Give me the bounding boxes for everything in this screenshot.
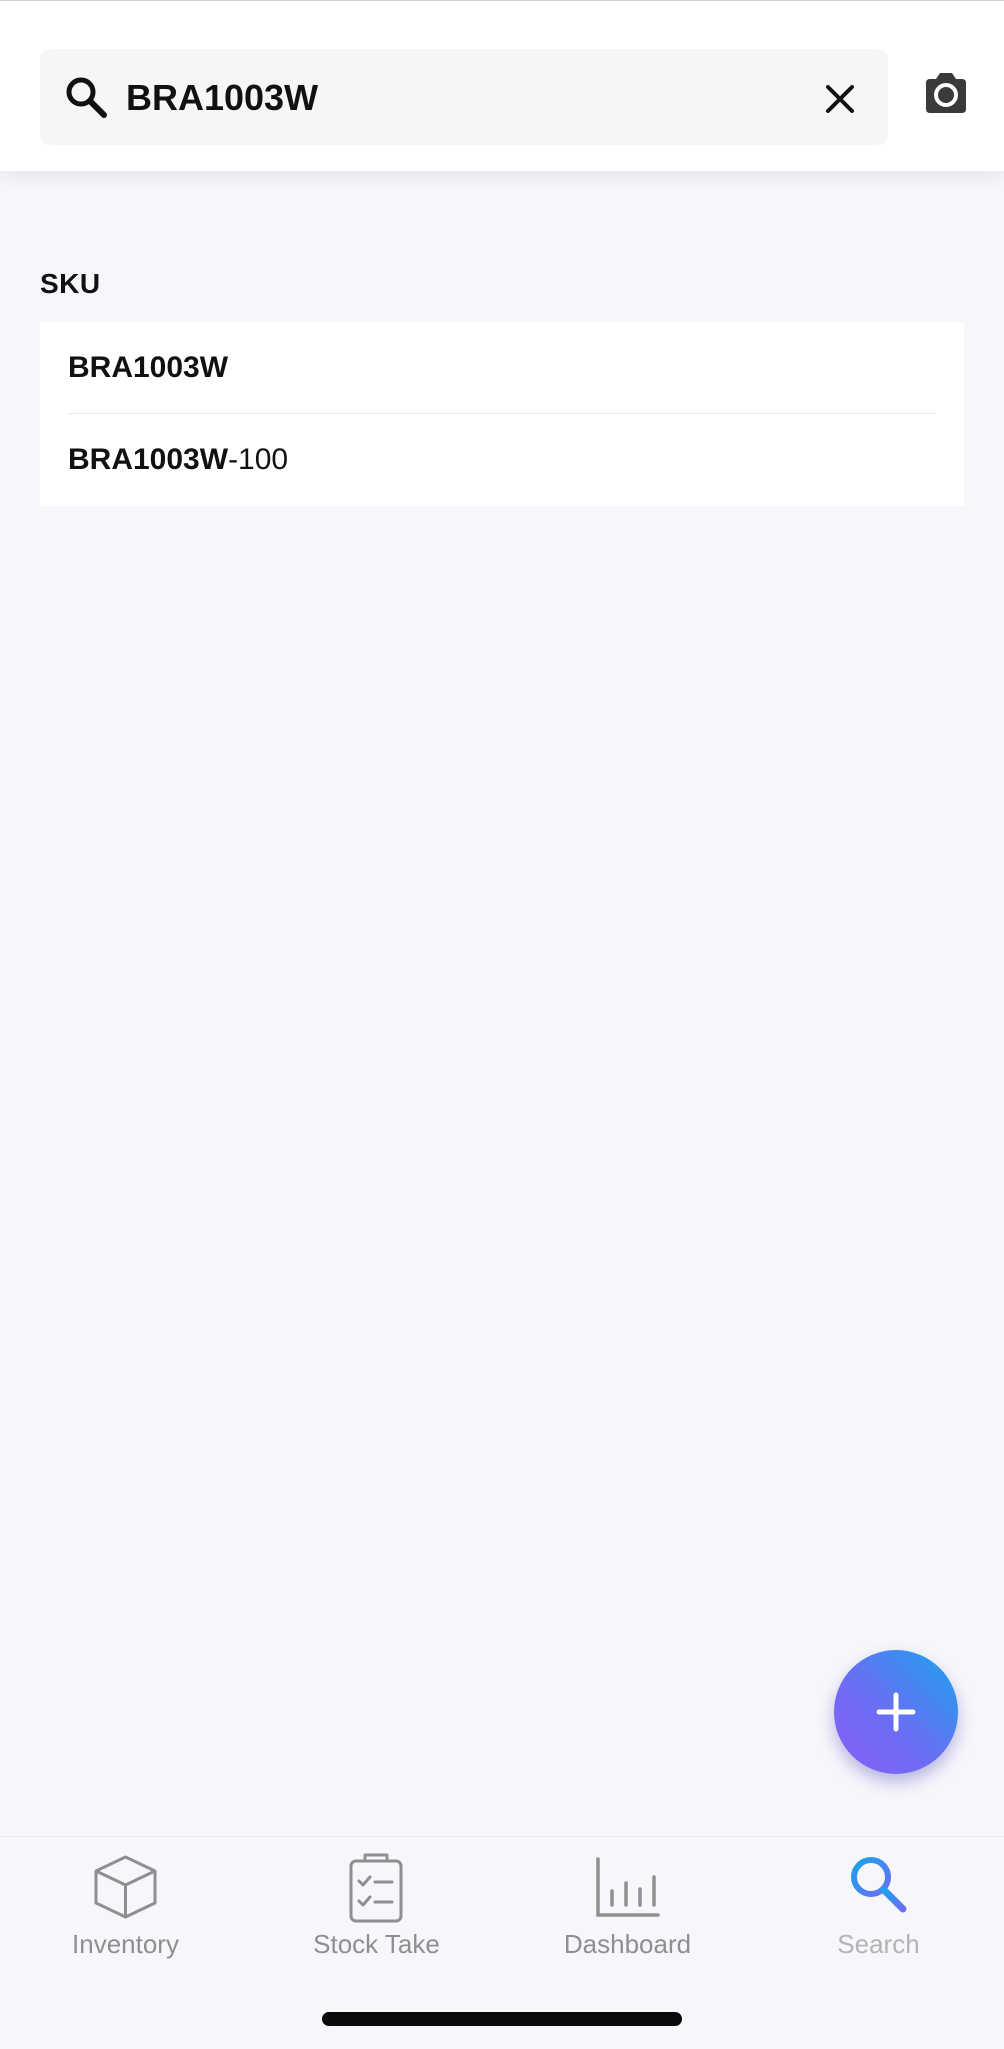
results-list: BRA1003W BRA1003W-100	[40, 322, 964, 506]
close-icon[interactable]	[820, 79, 860, 119]
tab-search[interactable]: Search	[753, 1837, 1004, 1987]
search-icon	[851, 1857, 907, 1913]
search-bar[interactable]	[40, 49, 888, 147]
home-indicator	[322, 2012, 682, 2026]
list-item-label: BRA1003W	[68, 351, 228, 385]
search-icon	[66, 77, 107, 118]
search-input[interactable]	[124, 49, 828, 147]
tab-inventory[interactable]: Inventory	[0, 1837, 251, 1987]
add-button[interactable]	[834, 1650, 958, 1774]
section-label-sku: SKU	[40, 268, 101, 299]
cube-icon	[94, 1855, 157, 1919]
match-text: BRA1003W	[68, 351, 229, 384]
plus-icon	[876, 1692, 916, 1732]
tab-label: Search	[837, 1929, 920, 1959]
tab-dashboard[interactable]: Dashboard	[502, 1837, 753, 1987]
suffix-text: -100	[228, 443, 289, 476]
camera-icon[interactable]	[922, 71, 970, 115]
bar-chart-icon	[596, 1857, 660, 1917]
tab-label: Dashboard	[563, 1929, 692, 1959]
match-text: BRA1003W	[68, 443, 229, 476]
tab-stock-take[interactable]: Stock Take	[251, 1837, 502, 1987]
search-header	[0, 0, 1004, 171]
tab-label: Inventory	[72, 1929, 179, 1959]
clipboard-check-icon	[349, 1853, 403, 1923]
list-item-label: BRA1003W-100	[68, 443, 288, 477]
list-item[interactable]: BRA1003W	[40, 322, 964, 414]
tab-label: Stock Take	[313, 1929, 440, 1959]
list-item[interactable]: BRA1003W-100	[40, 414, 964, 506]
